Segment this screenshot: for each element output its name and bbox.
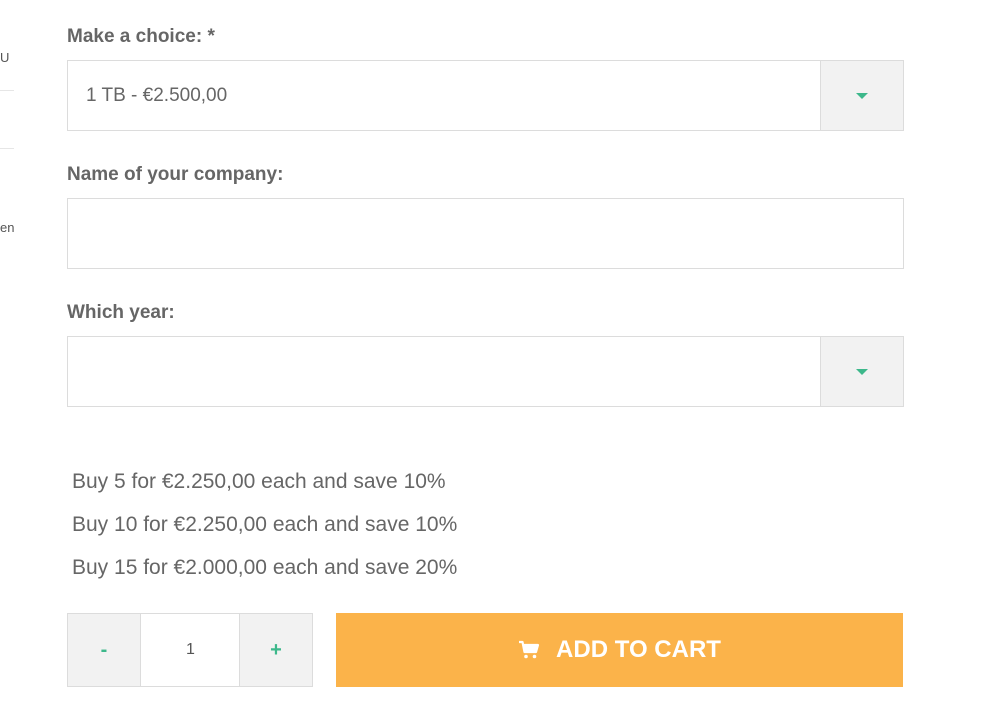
year-label: Which year:	[67, 302, 175, 323]
year-select[interactable]	[67, 336, 904, 407]
add-to-cart-button[interactable]: ADD TO CART	[336, 613, 903, 687]
quantity-decrease-button[interactable]: -	[68, 614, 141, 686]
sidebar-fragment-1: U	[0, 50, 10, 65]
sidebar-divider	[0, 90, 14, 91]
caret-down-icon	[856, 369, 868, 375]
company-label: Name of your company:	[67, 164, 284, 185]
choice-label: Make a choice: *	[67, 26, 215, 47]
offer-line: Buy 5 for €2.250,00 each and save 10%	[72, 470, 446, 493]
cart-icon	[519, 640, 540, 659]
company-name-input[interactable]	[67, 198, 904, 269]
caret-down-icon	[856, 93, 868, 99]
sidebar-divider	[0, 148, 14, 149]
year-dropdown-button[interactable]	[820, 337, 903, 406]
volume-offers: Buy 5 for €2.250,00 each and save 10% Bu…	[72, 462, 457, 591]
offer-line: Buy 15 for €2.000,00 each and save 20%	[72, 556, 458, 579]
choice-dropdown-button[interactable]	[820, 61, 903, 130]
offer-line: Buy 10 for €2.250,00 each and save 10%	[72, 513, 458, 536]
choice-selected-value: 1 TB - €2.500,00	[86, 85, 228, 106]
add-to-cart-label: ADD TO CART	[556, 636, 721, 663]
choice-select[interactable]: 1 TB - €2.500,00	[67, 60, 904, 131]
quantity-increase-button[interactable]: +	[239, 614, 312, 686]
quantity-stepper: - 1 +	[67, 613, 313, 687]
sidebar-fragment-2: en	[0, 220, 15, 235]
quantity-input[interactable]: 1	[141, 614, 240, 686]
